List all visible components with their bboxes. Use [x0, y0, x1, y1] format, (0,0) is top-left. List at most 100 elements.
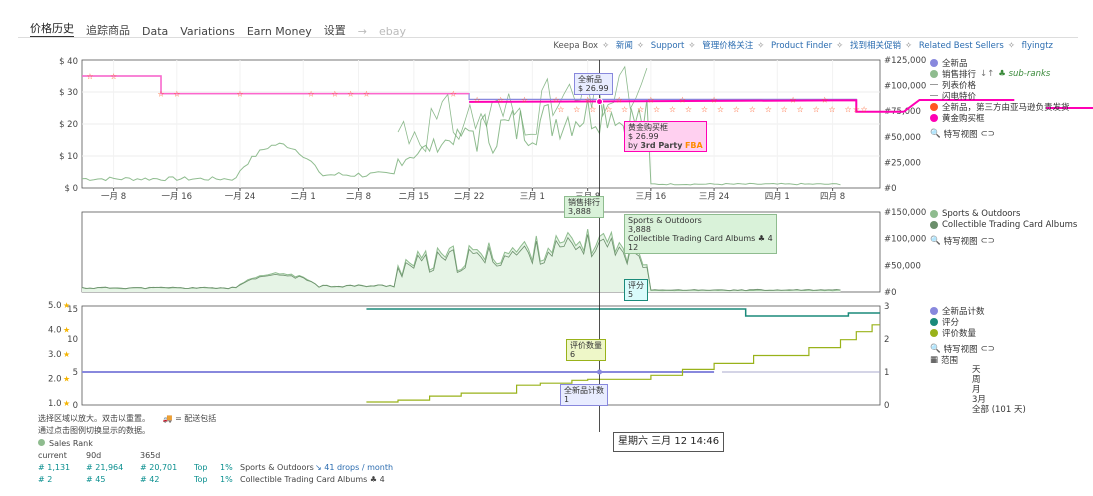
- fba-marker-r0: ☆: [557, 105, 564, 114]
- fba-marker-21: ☆: [853, 105, 860, 114]
- magnifier-icon: 🔍: [930, 128, 941, 139]
- y-tick-right: #50,000: [884, 261, 921, 271]
- y-tick-left: 10: [67, 335, 78, 345]
- star-icon: ★: [63, 399, 70, 408]
- y-tick-left: 15: [67, 305, 78, 315]
- dash-icon: [930, 95, 938, 96]
- x-tick-label: 三月 24: [699, 192, 730, 202]
- x-tick-label: 二月 22: [454, 192, 485, 202]
- star-icon: ★: [63, 350, 70, 359]
- magnifier-icon: 🔍: [930, 343, 941, 354]
- fba-marker-r3: ☆: [605, 105, 612, 114]
- range-3month[interactable]: 3月: [972, 395, 1026, 405]
- legend-review-count[interactable]: 评价数量: [930, 327, 995, 339]
- y-tick-stars: 1.0: [48, 399, 62, 409]
- y-tick-left: $ 10: [59, 152, 78, 162]
- fba-marker-4: ☆: [236, 90, 243, 99]
- fba-marker-7: ☆: [347, 90, 354, 99]
- rank-90d-1: # 21,964: [86, 463, 124, 472]
- legend-sales-rank[interactable]: 销售排行 ↓↑ ♣ sub-ranks: [930, 68, 1070, 80]
- y-tick-right: #50,000: [884, 133, 921, 143]
- zoom-toggle-main[interactable]: 🔍 特写视图 ⊂⊃: [930, 128, 1070, 140]
- crosshair-dot-price: [596, 98, 604, 106]
- dot-icon: [930, 220, 938, 229]
- range-options: 天 周 月 3月 全部 (101 天): [958, 365, 1026, 415]
- range-day[interactable]: 天: [972, 365, 1026, 375]
- dot-icon: [930, 306, 938, 315]
- y-tick-stars: 2.0: [48, 375, 62, 385]
- range-title: ▦ 范围: [930, 354, 959, 366]
- hint-toggle: 通过点击图例切换显示的数据。: [38, 426, 150, 435]
- dot-icon: [930, 209, 938, 218]
- legend-lightning[interactable]: 闪电特价: [930, 90, 1070, 102]
- legend-new[interactable]: 全新品: [930, 57, 1070, 69]
- y-tick-right: #0: [884, 288, 897, 298]
- top-pct-2: 1%: [220, 475, 233, 484]
- x-tick-label: 二月 1: [291, 192, 316, 202]
- y-tick-left: $ 30: [59, 88, 78, 98]
- range-month[interactable]: 月: [972, 385, 1026, 395]
- hierarchy-icon: ♣: [369, 475, 378, 484]
- fba-marker-r2: ☆: [589, 105, 596, 114]
- fba-marker-r12: ☆: [749, 105, 756, 114]
- y-tick-right: #100,000: [884, 82, 926, 92]
- category-2[interactable]: Collectible Trading Card Albums ♣ 4: [240, 475, 385, 484]
- legend-cat1[interactable]: Sports & Outdoors: [930, 208, 1077, 219]
- dot-icon: [930, 328, 938, 337]
- fba-marker-r1: ☆: [573, 105, 580, 114]
- x-tick-label: 四月 8: [820, 192, 845, 202]
- zoom-toggle-bottom[interactable]: 🔍 特写视图 ⊂⊃: [930, 343, 995, 355]
- y-tick-left: $ 20: [59, 120, 78, 130]
- calendar-icon: ▦: [930, 354, 939, 365]
- hierarchy-icon: ♣: [998, 68, 1009, 79]
- sales-rank-title: Sales Rank: [38, 439, 93, 448]
- fba-marker-2: ☆: [157, 90, 164, 99]
- category-1[interactable]: Sports & Outdoors: [240, 463, 314, 472]
- col-365d: 365d: [140, 451, 161, 460]
- sort-icon[interactable]: ↓↑: [980, 69, 994, 79]
- legend-buybox[interactable]: 黄金购买框: [930, 112, 1070, 124]
- fba-marker-11: ☆: [497, 95, 504, 104]
- star-icon: ★: [63, 326, 70, 335]
- zoom-toggle-rank[interactable]: 🔍 特写视图 ⊂⊃: [930, 235, 1077, 247]
- top-pct-1: 1%: [220, 463, 233, 472]
- col-current: current: [38, 451, 67, 460]
- rank-legend: Sports & Outdoors Collectible Trading Ca…: [930, 208, 1077, 247]
- top-label-1: Top: [194, 463, 208, 472]
- fba-marker-12: ☆: [521, 95, 528, 104]
- col-90d: 90d: [86, 451, 102, 460]
- legend-third-party[interactable]: 全新品，第三方由亚马逊负责发货: [930, 101, 1070, 113]
- y-tick-left: 5: [73, 368, 78, 378]
- fba-marker-16: ☆: [647, 95, 654, 104]
- y-tick-left: 0: [73, 401, 78, 411]
- sub-ranks-link[interactable]: ♣ sub-ranks: [998, 69, 1050, 79]
- star-icon: ★: [63, 375, 70, 384]
- hierarchy-icon: ♣: [757, 234, 766, 243]
- legend-cat2[interactable]: Collectible Trading Card Albums: [930, 219, 1077, 230]
- fba-marker-20: ☆: [821, 95, 828, 104]
- fba-marker-6: ☆: [331, 90, 338, 99]
- y-tick-left: $ 0: [64, 184, 78, 194]
- fba-marker-19: ☆: [790, 95, 797, 104]
- y-tick-right: 0: [884, 401, 889, 411]
- hint-zoom: 选择区域以放大。双击以重置。 🚚 = 配送包括: [38, 414, 217, 423]
- y-tick-stars: 3.0: [48, 350, 62, 360]
- rank-current-2: # 2: [38, 475, 53, 484]
- x-tick-label: 二月 8: [346, 192, 371, 202]
- fba-marker-r8: ☆: [685, 105, 692, 114]
- range-week[interactable]: 周: [972, 375, 1026, 385]
- y-tick-right: #100,000: [884, 235, 926, 245]
- fba-marker-r17: ☆: [829, 105, 836, 114]
- tooltip-buybox: 黄金购买框 $ 26.99 by 3rd Party FBA: [624, 121, 707, 152]
- legend-rating[interactable]: 评分: [930, 316, 995, 328]
- dot-icon: [930, 102, 938, 111]
- legend-list-price[interactable]: 列表价格: [930, 79, 1070, 91]
- fba-marker-0: ☆: [86, 72, 93, 81]
- bottom-legend: 全新品计数 评分 评价数量 🔍 特写视图 ⊂⊃ ▦ 范围: [930, 305, 995, 366]
- x-tick-label: 三月 16: [636, 192, 667, 202]
- fba-marker-17: ☆: [679, 95, 686, 104]
- fba-marker-r6: ☆: [653, 105, 660, 114]
- drops-per-month: ↘ 41 drops / month: [315, 463, 394, 472]
- range-all[interactable]: 全部 (101 天): [972, 405, 1026, 415]
- legend-new-count[interactable]: 全新品计数: [930, 305, 995, 317]
